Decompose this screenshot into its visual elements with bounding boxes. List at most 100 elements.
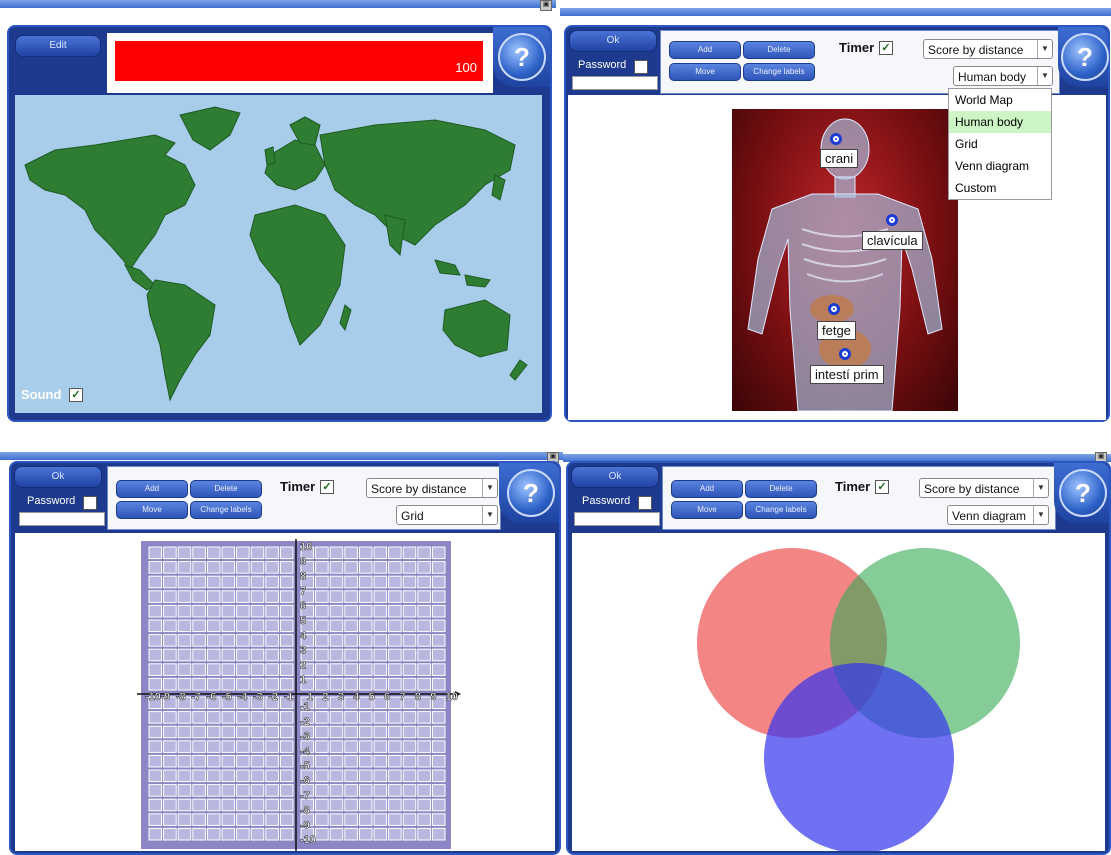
grid-cell: [315, 798, 329, 812]
grid-cell: [236, 634, 250, 647]
add-button[interactable]: Add: [669, 41, 741, 59]
grid-cell: [315, 740, 329, 753]
grid-cell: [315, 634, 329, 647]
grid-cell: [431, 663, 446, 676]
score-mode-value: Score by distance: [924, 482, 1020, 496]
grid-cell: [192, 827, 206, 841]
score-mode-select[interactable]: Score by distance ▼: [366, 478, 498, 498]
label-clavicula[interactable]: clavícula: [862, 231, 923, 250]
edit-button[interactable]: Edit: [15, 35, 101, 57]
x-tick-label: -10: [145, 691, 161, 703]
grid-cell: [358, 827, 373, 841]
password-input[interactable]: [572, 76, 658, 90]
canvas-area[interactable]: -10 -9 -8 -7 -6 -5 -4 -3 -2 -1 1 2 3 4 5 6 7 8 9 10 10 9 8 7 6 5…: [15, 533, 555, 851]
grid-cell: [221, 634, 236, 647]
grid-cell: [236, 604, 250, 618]
score-mode-select[interactable]: Score by distance ▼: [923, 39, 1053, 59]
grid-cell: [344, 546, 358, 560]
map-canvas[interactable]: Sound ✓: [15, 95, 542, 413]
grid-cell: [315, 604, 329, 618]
grid-cell: [373, 677, 388, 691]
grid-cell: [358, 769, 373, 783]
grid-cell: [279, 725, 294, 739]
grid-cell: [402, 575, 417, 589]
menu-item-human-body[interactable]: Human body: [949, 111, 1051, 133]
x-tick-label: 8: [415, 691, 421, 703]
marker-crani[interactable]: [830, 133, 842, 145]
grid-cell: [265, 648, 279, 662]
label-intesti[interactable]: intestí prim: [810, 365, 884, 384]
marker-intesti[interactable]: [839, 348, 851, 360]
password-checkbox[interactable]: [634, 60, 648, 74]
delete-button[interactable]: Delete: [190, 480, 262, 498]
timer-checkbox[interactable]: ✓: [320, 480, 334, 494]
menu-item-grid[interactable]: Grid: [949, 133, 1051, 155]
window-maximize-button[interactable]: ▣: [540, 0, 552, 11]
grid-cell: [148, 619, 163, 633]
label-crani[interactable]: crani: [820, 149, 859, 168]
help-button[interactable]: ?: [1059, 469, 1107, 517]
grid-cell: [192, 784, 206, 797]
grid-cell: [177, 663, 192, 676]
editor-frame: Ok Password Add Delete Move Change label…: [9, 461, 561, 855]
grid-cell: [279, 561, 294, 574]
change-labels-button[interactable]: Change labels: [190, 501, 262, 519]
grid-cell: [221, 619, 236, 633]
grid-cell: [344, 561, 358, 574]
move-button[interactable]: Move: [671, 501, 743, 519]
grid-cell: [431, 769, 446, 783]
menu-item-custom[interactable]: Custom: [949, 177, 1051, 199]
template-select[interactable]: Venn diagram ▼: [947, 505, 1049, 525]
grid-cell: [388, 590, 402, 603]
grid-cell: [358, 575, 373, 589]
help-button[interactable]: ?: [507, 469, 555, 517]
help-area: ?: [1058, 27, 1109, 87]
delete-button[interactable]: Delete: [745, 480, 817, 498]
grid-cell: [206, 604, 221, 618]
grid-cell: [279, 784, 294, 797]
grid-cell: [148, 546, 163, 560]
ok-button[interactable]: Ok: [14, 466, 102, 488]
score-mode-select[interactable]: Score by distance ▼: [919, 478, 1049, 498]
timer-checkbox[interactable]: ✓: [875, 480, 889, 494]
grid-cell: [388, 754, 402, 768]
delete-button[interactable]: Delete: [743, 41, 815, 59]
ok-button[interactable]: Ok: [569, 30, 657, 52]
marker-fetge[interactable]: [828, 303, 840, 315]
grid-cell: [388, 677, 402, 691]
sound-checkbox[interactable]: ✓: [69, 388, 83, 402]
password-input[interactable]: [19, 512, 105, 526]
template-value: Venn diagram: [952, 509, 1027, 523]
move-button[interactable]: Move: [116, 501, 188, 519]
x-tick-label: -5: [222, 691, 232, 703]
grid-cell: [373, 561, 388, 574]
menu-item-venn[interactable]: Venn diagram: [949, 155, 1051, 177]
ok-button[interactable]: Ok: [571, 466, 659, 488]
password-checkbox[interactable]: [638, 496, 652, 510]
grid-cell: [163, 798, 177, 812]
grid-cell: [206, 827, 221, 841]
canvas-area[interactable]: [572, 533, 1105, 851]
move-button[interactable]: Move: [669, 63, 741, 81]
menu-item-world-map[interactable]: World Map: [949, 89, 1051, 111]
template-select[interactable]: Grid ▼: [396, 505, 498, 525]
add-button[interactable]: Add: [116, 480, 188, 498]
grid-cell: [206, 677, 221, 691]
password-checkbox[interactable]: [83, 496, 97, 510]
template-select[interactable]: Human body ▼: [953, 66, 1053, 86]
grid-cell: [388, 561, 402, 574]
change-labels-button[interactable]: Change labels: [743, 63, 815, 81]
grid-cell: [388, 619, 402, 633]
label-fetge[interactable]: fetge: [817, 321, 856, 340]
score-bar: 100: [115, 41, 483, 81]
change-labels-button[interactable]: Change labels: [745, 501, 817, 519]
password-input[interactable]: [574, 512, 660, 526]
y-tick-label: -3: [300, 731, 310, 743]
add-button[interactable]: Add: [671, 480, 743, 498]
timer-checkbox[interactable]: ✓: [879, 41, 893, 55]
help-button[interactable]: ?: [498, 33, 546, 81]
toolbar: Add Delete Move Change labels Timer ✓ Sc…: [662, 466, 1056, 530]
help-button[interactable]: ?: [1061, 33, 1109, 81]
grid-cell: [388, 740, 402, 753]
marker-clavicula[interactable]: [886, 214, 898, 226]
